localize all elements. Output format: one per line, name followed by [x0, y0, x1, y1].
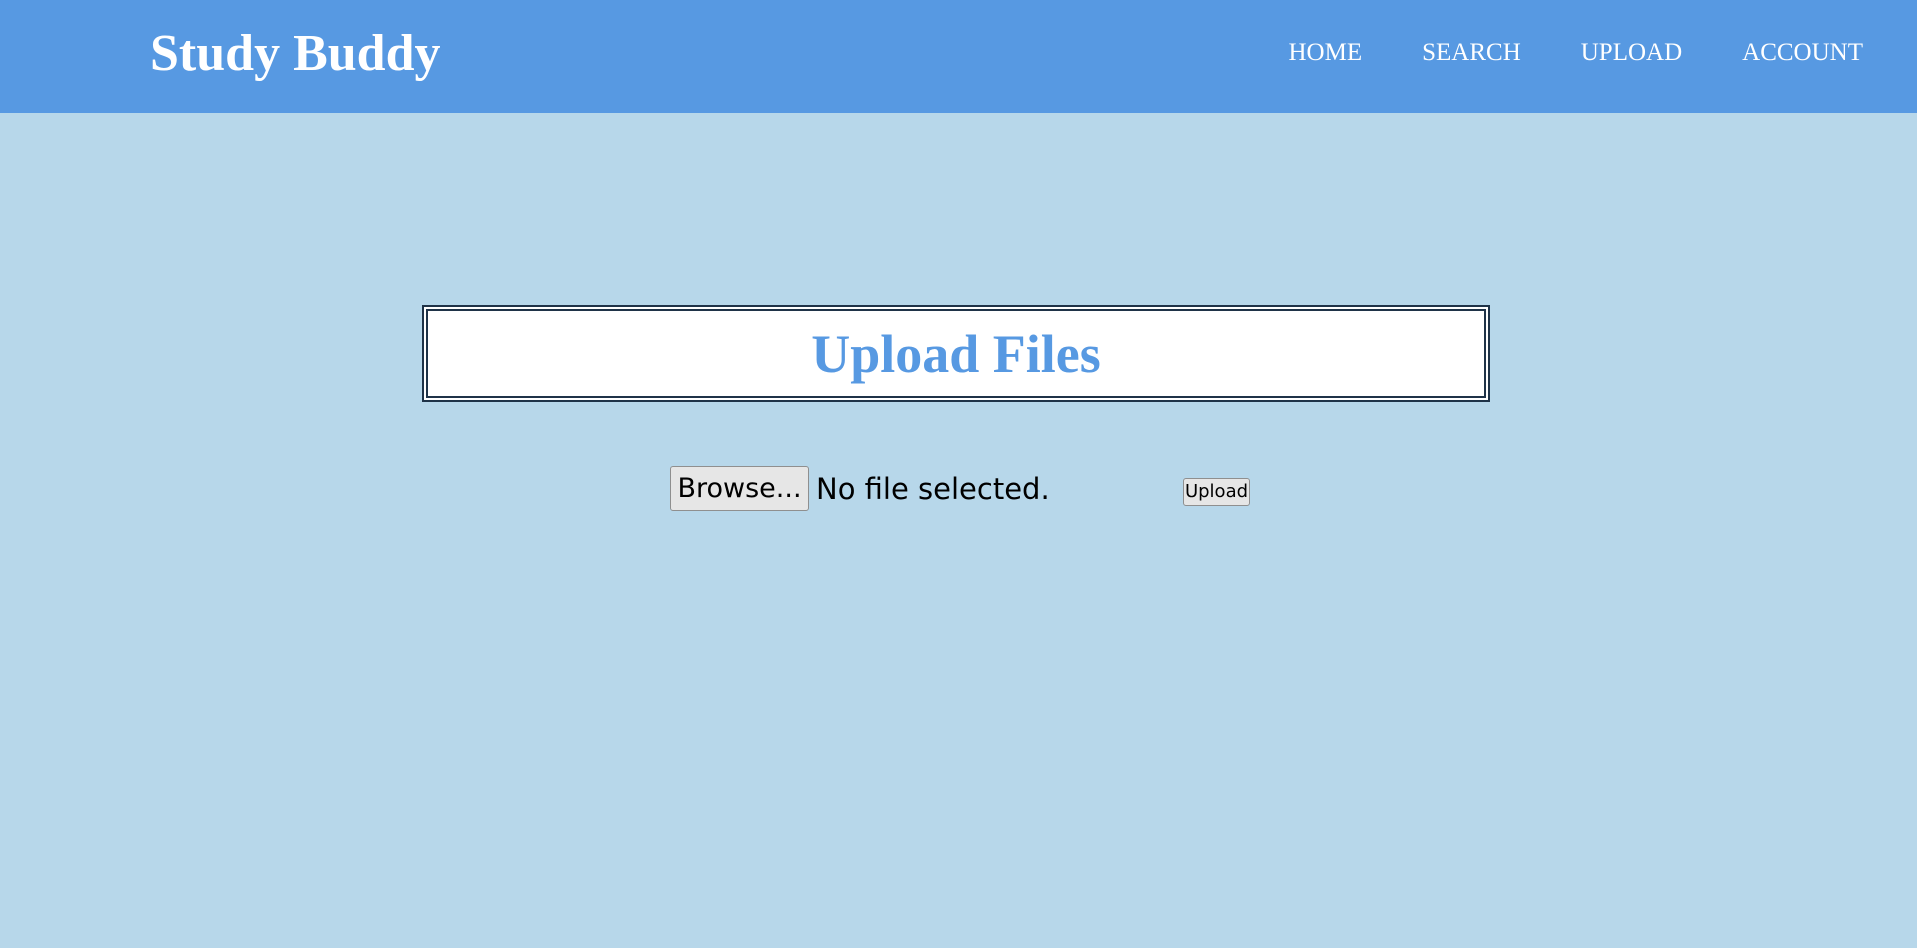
site-logo[interactable]: Study Buddy — [150, 22, 441, 86]
browse-file-button[interactable]: Browse... — [670, 466, 809, 511]
main-nav: HOME SEARCH UPLOAD ACCOUNT — [1289, 38, 1864, 68]
nav-link-home[interactable]: HOME — [1289, 39, 1363, 66]
nav-item-account: ACCOUNT — [1742, 38, 1863, 68]
top-navigation-bar: Study Buddy HOME SEARCH UPLOAD ACCOUNT — [0, 0, 1917, 113]
nav-item-home: HOME — [1289, 38, 1363, 68]
page-title-box: Upload Files — [422, 305, 1490, 402]
upload-button[interactable]: Upload — [1183, 478, 1250, 506]
page-title: Upload Files — [811, 323, 1101, 384]
nav-link-account[interactable]: ACCOUNT — [1742, 39, 1863, 66]
nav-link-upload[interactable]: UPLOAD — [1581, 39, 1682, 66]
nav-item-upload: UPLOAD — [1581, 38, 1682, 68]
nav-item-search: SEARCH — [1422, 38, 1521, 68]
file-selection-status: No file selected. — [816, 472, 1050, 506]
nav-link-search[interactable]: SEARCH — [1422, 39, 1521, 66]
